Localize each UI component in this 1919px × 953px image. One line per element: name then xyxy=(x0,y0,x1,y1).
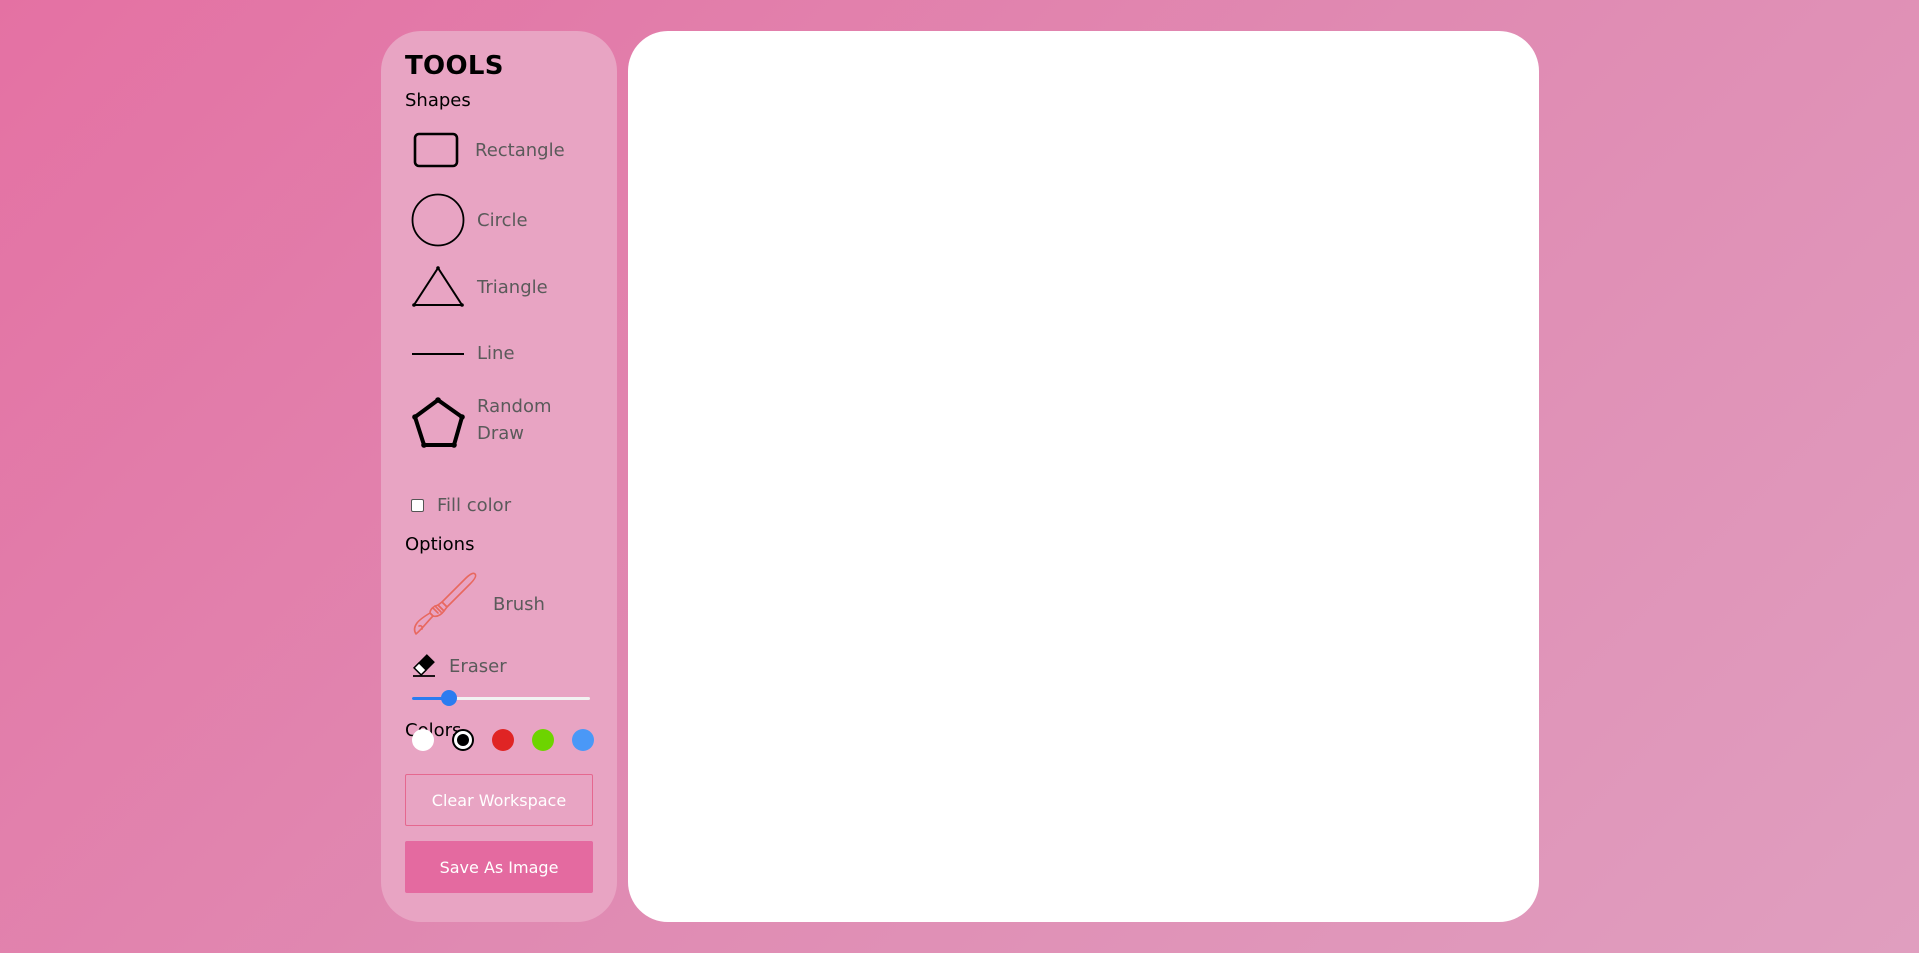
fill-color-checkbox[interactable] xyxy=(411,499,424,512)
eraser-label: Eraser xyxy=(449,655,507,677)
pentagon-icon xyxy=(411,396,467,450)
tools-panel: TOOLS Shapes Rectangle Circle Triangle L… xyxy=(381,31,617,922)
save-as-image-button[interactable]: Save As Image xyxy=(405,841,593,893)
triangle-icon xyxy=(411,265,465,309)
brush-option[interactable]: Brush xyxy=(411,571,545,637)
color-swatch-white[interactable] xyxy=(412,729,434,751)
eraser-icon xyxy=(411,654,437,678)
shape-triangle-label: Triangle xyxy=(477,276,548,298)
clear-workspace-button[interactable]: Clear Workspace xyxy=(405,774,593,826)
shape-line-label: Line xyxy=(477,343,515,364)
color-swatch-black[interactable] xyxy=(452,729,474,751)
brush-size-slider[interactable] xyxy=(412,687,590,711)
options-label: Options xyxy=(405,534,475,555)
shape-random-draw-label: Random Draw xyxy=(477,396,552,444)
selected-color-indicator xyxy=(457,734,469,746)
shapes-label: Shapes xyxy=(405,90,471,111)
eraser-option[interactable]: Eraser xyxy=(411,654,507,678)
fill-color-label: Fill color xyxy=(437,495,512,516)
slider-thumb[interactable] xyxy=(441,690,457,706)
line-icon xyxy=(411,344,465,364)
drawing-canvas[interactable] xyxy=(628,31,1539,922)
shape-circle[interactable]: Circle xyxy=(411,193,528,247)
fill-color-toggle[interactable]: Fill color xyxy=(411,495,511,516)
color-swatch-green[interactable] xyxy=(532,729,554,751)
circle-icon xyxy=(411,193,465,247)
brush-label: Brush xyxy=(493,593,545,615)
rectangle-icon xyxy=(413,132,459,168)
color-swatch-blue[interactable] xyxy=(572,729,594,751)
color-swatch-red[interactable] xyxy=(492,729,514,751)
shape-rectangle-label: Rectangle xyxy=(475,139,565,161)
shape-circle-label: Circle xyxy=(477,209,528,231)
shape-rectangle[interactable]: Rectangle xyxy=(413,132,565,168)
brush-icon xyxy=(411,571,481,637)
shape-random-draw[interactable]: Random Draw xyxy=(411,396,567,450)
shape-line[interactable]: Line xyxy=(411,343,515,364)
tools-title: TOOLS xyxy=(405,51,504,81)
shape-triangle[interactable]: Triangle xyxy=(411,265,548,309)
